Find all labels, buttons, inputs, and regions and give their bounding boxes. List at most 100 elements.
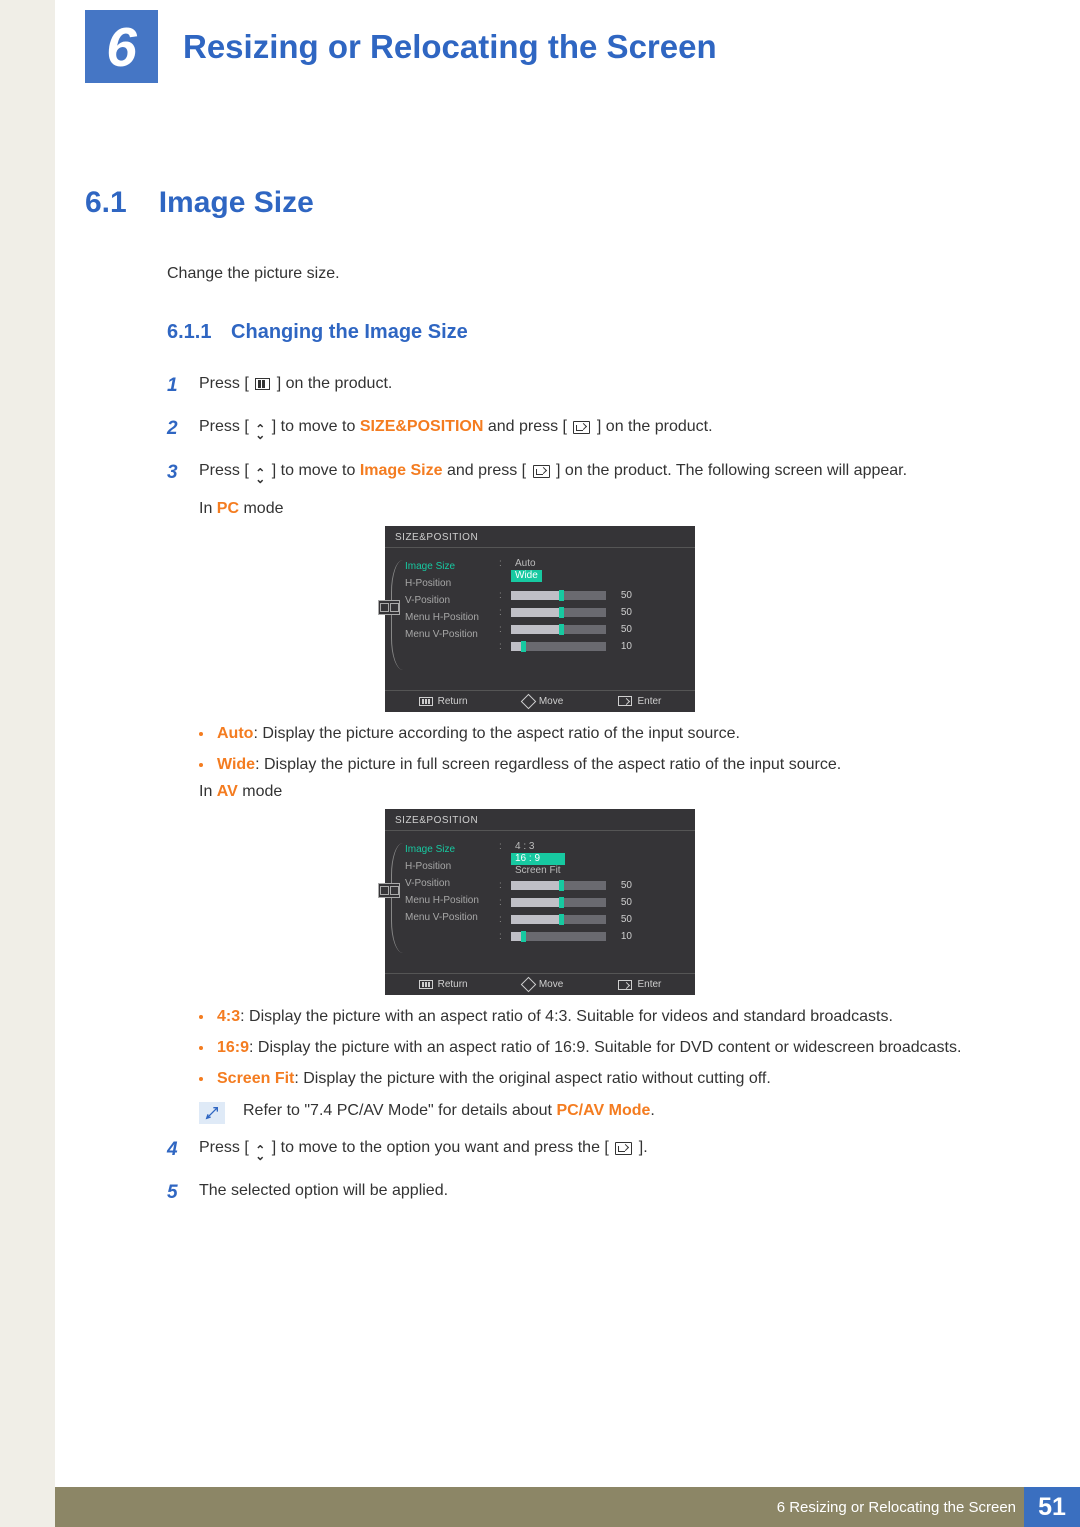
osd-item: V-Position xyxy=(405,878,491,889)
osd-footer-label: Enter xyxy=(637,979,661,990)
osd-item: Image Size xyxy=(405,561,491,572)
osd-value: 50 xyxy=(612,914,632,925)
page-content: 6.1 Image Size Change the picture size. … xyxy=(85,186,995,1220)
osd-slider xyxy=(511,608,606,617)
subsection-number: 6.1.1 xyxy=(167,321,211,343)
osd-item: Menu V-Position xyxy=(405,912,491,923)
text: Press [ xyxy=(199,1139,249,1156)
text: In xyxy=(199,500,217,517)
section-number: 6.1 xyxy=(85,186,127,220)
osd-value: 50 xyxy=(612,607,632,618)
osd-item: H-Position xyxy=(405,861,491,872)
section-header: 6.1 Image Size xyxy=(85,186,995,220)
osd-slider xyxy=(511,915,606,924)
text: In xyxy=(199,783,217,800)
page-number: 51 xyxy=(1024,1487,1080,1527)
page-footer: 6 Resizing or Relocating the Screen 51 xyxy=(55,1487,1080,1527)
text: : Display the picture with an aspect rat… xyxy=(249,1039,961,1056)
menu-name: SIZE&POSITION xyxy=(360,418,484,435)
osd-footer-label: Move xyxy=(539,979,563,990)
menu-icon xyxy=(255,378,270,390)
text: : Display the picture according to the a… xyxy=(253,725,740,742)
enter-icon xyxy=(573,421,590,434)
osd-slider xyxy=(511,898,606,907)
osd-value: 10 xyxy=(612,641,632,652)
section-intro: Change the picture size. xyxy=(167,265,995,283)
osd-item: Menu V-Position xyxy=(405,629,491,640)
osd-value: 50 xyxy=(612,897,632,908)
enter-icon xyxy=(618,980,632,990)
step-text: Press [ ⌃⌄ ] to move to SIZE&POSITION an… xyxy=(199,413,995,445)
osd-option: 4 : 3 xyxy=(511,841,565,853)
osd-options: Auto Wide xyxy=(511,558,542,582)
osd-slider xyxy=(511,642,606,651)
osd-screenshot-pc: SIZE&POSITION Image Size H-Position V-Po… xyxy=(385,526,695,712)
text: Press [ xyxy=(199,375,249,392)
osd-value: 50 xyxy=(612,624,632,635)
text: Press [ xyxy=(199,462,249,479)
osd-item: Menu H-Position xyxy=(405,612,491,623)
text: Press [ xyxy=(199,418,249,435)
text: Refer to "7.4 PC/AV Mode" for details ab… xyxy=(243,1102,556,1119)
osd-slider xyxy=(511,591,606,600)
note-icon xyxy=(199,1102,225,1124)
text: and press [ xyxy=(447,462,526,479)
step-row: 3 Press [ ⌃⌄ ] to move to Image Size and… xyxy=(167,457,995,489)
osd-footer-label: Return xyxy=(438,696,468,707)
osd-value: 10 xyxy=(612,931,632,942)
option-name: Wide xyxy=(217,756,255,773)
step-row: 2 Press [ ⌃⌄ ] to move to SIZE&POSITION … xyxy=(167,413,995,445)
mode-value: AV xyxy=(217,783,238,800)
bullet-item: 16:9: Display the picture with an aspect… xyxy=(199,1036,995,1061)
return-icon xyxy=(419,697,433,706)
osd-footer-label: Return xyxy=(438,979,468,990)
osd-footer-label: Move xyxy=(539,696,563,707)
osd-slider xyxy=(511,881,606,890)
text: ] to move to xyxy=(272,418,360,435)
mode-label-pc: In PC mode xyxy=(199,500,995,518)
bullet-item: Screen Fit: Display the picture with the… xyxy=(199,1067,995,1092)
step-row: 1 Press [ ] on the product. xyxy=(167,370,995,402)
step-number: 5 xyxy=(167,1177,181,1209)
osd-options: 4 : 3 16 : 9 Screen Fit xyxy=(511,841,565,877)
note-text: Refer to "7.4 PC/AV Mode" for details ab… xyxy=(243,1102,655,1120)
osd-slider xyxy=(511,932,606,941)
osd-screenshot-av: SIZE&POSITION Image Size H-Position V-Po… xyxy=(385,809,695,995)
updown-icon: ⌃⌄ xyxy=(255,470,265,482)
step-row: 5 The selected option will be applied. xyxy=(167,1177,995,1209)
side-margin-strip xyxy=(0,0,55,1527)
osd-footer: Return Move Enter xyxy=(385,690,695,712)
text: ]. xyxy=(639,1139,648,1156)
return-icon xyxy=(419,980,433,989)
text: ] to move to xyxy=(272,462,360,479)
text: and press [ xyxy=(488,418,567,435)
note: Refer to "7.4 PC/AV Mode" for details ab… xyxy=(199,1102,995,1124)
enter-icon xyxy=(618,696,632,706)
option-name: 4:3 xyxy=(217,1008,240,1025)
step-number: 2 xyxy=(167,413,181,445)
text: : Display the picture with the original … xyxy=(294,1070,770,1087)
move-icon xyxy=(521,694,537,710)
text: mode xyxy=(239,500,283,517)
subsection-header: 6.1.1 Changing the Image Size xyxy=(167,321,995,344)
text: ] on the product. xyxy=(597,418,713,435)
text: ] to move to the option you want and pre… xyxy=(272,1139,609,1156)
osd-value: 50 xyxy=(612,880,632,891)
step-number: 3 xyxy=(167,457,181,489)
option-name: 16:9 xyxy=(217,1039,249,1056)
step-text: Press [ ⌃⌄ ] to move to the option you w… xyxy=(199,1134,995,1166)
move-icon xyxy=(521,977,537,993)
osd-footer: Return Move Enter xyxy=(385,973,695,995)
updown-icon: ⌃⌄ xyxy=(255,1147,265,1159)
step-number: 1 xyxy=(167,370,181,402)
text: . xyxy=(650,1102,654,1119)
osd-item: Image Size xyxy=(405,844,491,855)
bullet-item: Wide: Display the picture in full screen… xyxy=(199,753,995,778)
footer-text: 6 Resizing or Relocating the Screen xyxy=(777,1499,1016,1516)
step-text: The selected option will be applied. xyxy=(199,1177,995,1209)
size-position-icon xyxy=(378,883,400,898)
subsection-title: Changing the Image Size xyxy=(231,321,468,343)
text: : Display the picture in full screen reg… xyxy=(255,756,841,773)
text: ] on the product. The following screen w… xyxy=(556,462,907,479)
osd-item: V-Position xyxy=(405,595,491,606)
